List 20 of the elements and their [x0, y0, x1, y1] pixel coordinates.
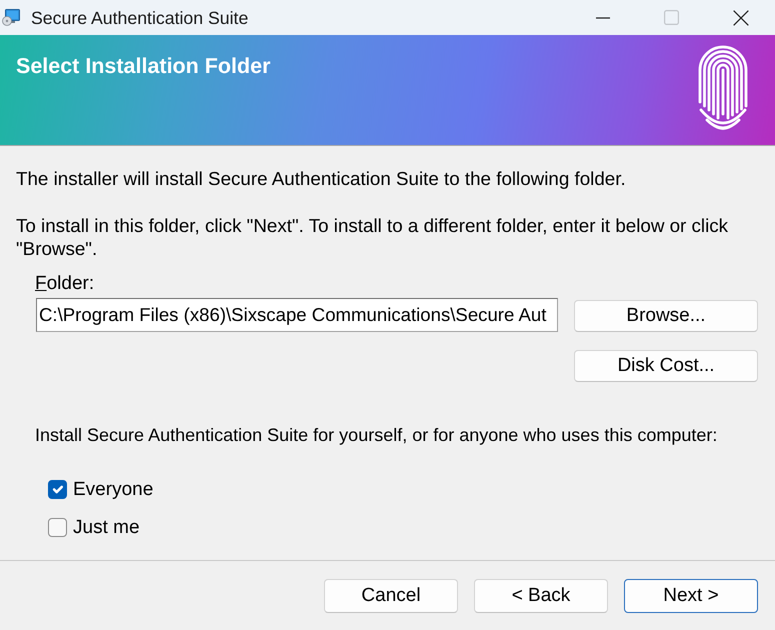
banner-title: Select Installation Folder	[16, 53, 270, 79]
window-title: Secure Authentication Suite	[31, 6, 248, 28]
instruction-text: To install in this folder, click "Next". To install to a different folder, enter it below or click "Browse".	[16, 214, 730, 260]
fingerprint-icon	[697, 44, 749, 130]
checkbox[interactable]	[48, 480, 67, 499]
cancel-button[interactable]: Cancel	[324, 579, 458, 613]
folder-path-field[interactable]: C:\Program Files (x86)\Sixscape Communications\Secure Aut	[36, 298, 558, 332]
monitor-disc-icon	[2, 9, 20, 26]
checkbox-label[interactable]: Everyone	[73, 479, 154, 500]
instruction-text: The installer will install Secure Authentication Suite to the following folder.	[16, 167, 627, 190]
minimize-icon[interactable]	[596, 16, 610, 18]
checkbox-label[interactable]: Just me	[73, 517, 140, 538]
next-button[interactable]: Next >	[624, 579, 758, 613]
back-button[interactable]: < Back	[474, 579, 608, 613]
browse-button[interactable]: Browse...	[574, 300, 758, 332]
install-scope-prompt: Install Secure Authentication Suite for yourself, or for anyone who uses this computer:	[35, 425, 718, 446]
close-icon[interactable]	[732, 10, 748, 26]
folder-label: Folder:	[35, 273, 94, 295]
checkbox[interactable]	[48, 518, 67, 537]
disk-cost-button[interactable]: Disk Cost...	[574, 350, 758, 382]
